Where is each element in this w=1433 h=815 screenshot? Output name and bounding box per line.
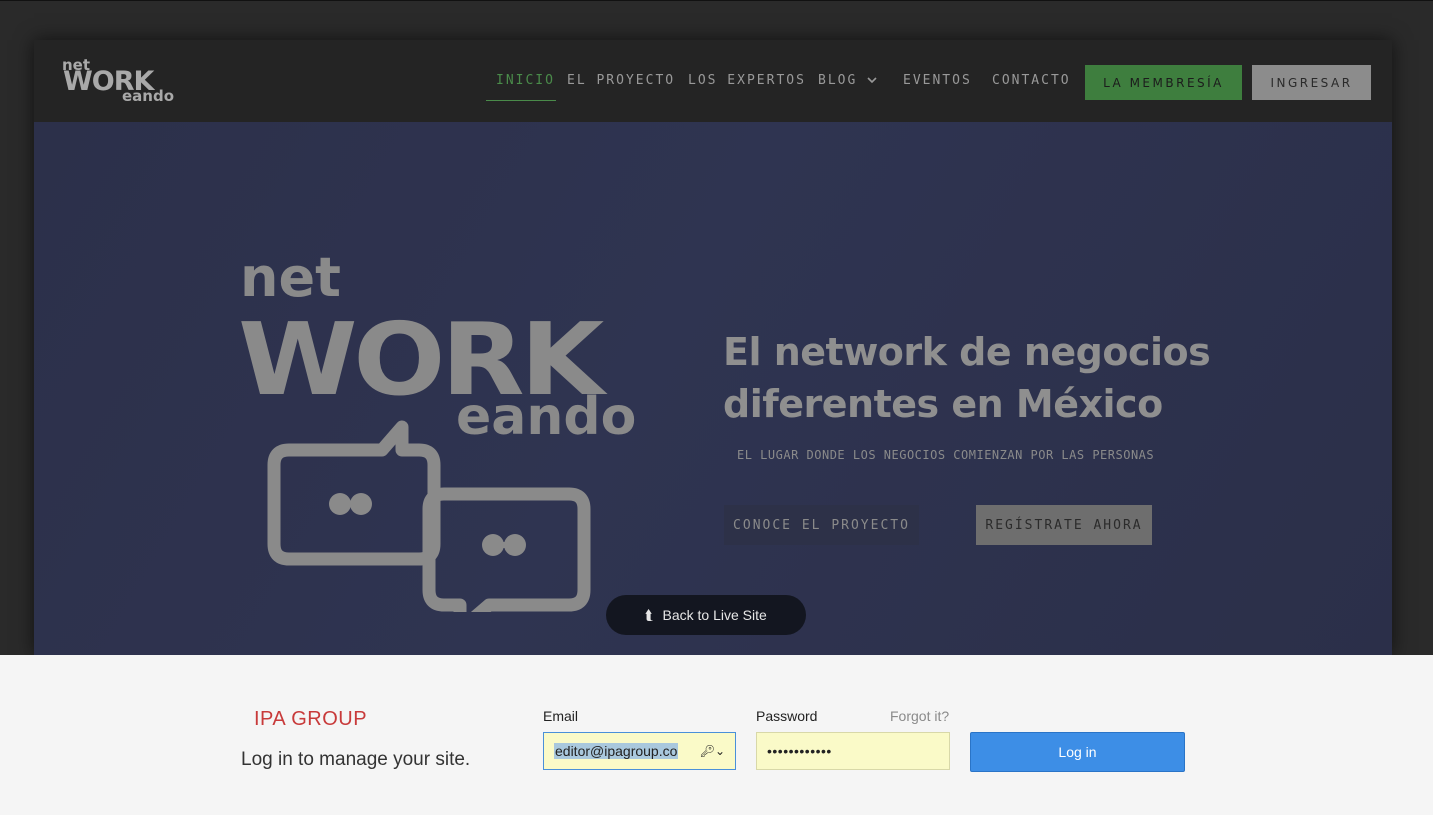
- back-arrow-icon: ⮬: [645, 606, 654, 623]
- hero-logo-eando: eando: [456, 387, 636, 447]
- membership-button[interactable]: LA MEMBRESÍA: [1085, 65, 1242, 100]
- conoce-proyecto-button[interactable]: CONOCE EL PROYECTO: [724, 505, 919, 545]
- email-label: Email: [543, 708, 579, 724]
- networkeando-hero-logo: net WORK eando: [238, 246, 636, 612]
- hero-subtitle: EL LUGAR DONDE LOS NEGOCIOS COMIENZAN PO…: [737, 448, 1155, 462]
- password-label: Password: [756, 708, 818, 724]
- forgot-password-link[interactable]: Forgot it?: [890, 708, 949, 724]
- password-value: ••••••••••••: [767, 743, 832, 759]
- password-field[interactable]: ••••••••••••: [756, 732, 950, 770]
- email-field[interactable]: editor@ipagroup.co 🔑︎⌄: [543, 732, 736, 770]
- login-tagline: Log in to manage your site.: [241, 749, 471, 770]
- logo-eando: eando: [122, 87, 175, 105]
- hero-logo-net: net: [240, 246, 341, 309]
- chat-bubbles-icon: [267, 420, 591, 612]
- registrate-button[interactable]: REGÍSTRATE AHORA: [976, 505, 1152, 545]
- nav-el-proyecto[interactable]: EL PROYECTO: [567, 72, 675, 90]
- site-navbar: net WORK eando INICIO EL PROYECTO LOS EX…: [34, 40, 1392, 122]
- nav-eventos[interactable]: EVENTOS: [903, 72, 972, 90]
- back-to-live-site-label: Back to Live Site: [662, 607, 767, 623]
- hero-title: El network de negocios diferentes en Méx…: [723, 326, 1283, 430]
- login-submit-button[interactable]: Log in: [970, 732, 1185, 772]
- nav-contacto[interactable]: CONTACTO: [992, 72, 1071, 90]
- nav-inicio[interactable]: INICIO: [496, 72, 555, 90]
- password-manager-key-icon[interactable]: 🔑︎⌄: [700, 744, 725, 758]
- nav-active-indicator: [486, 100, 556, 101]
- ipa-group-logo: IPA GROUP: [254, 708, 368, 730]
- nav-los-expertos[interactable]: LOS EXPERTOS: [688, 72, 806, 90]
- chevron-down-icon[interactable]: [867, 75, 877, 85]
- ingresar-button[interactable]: INGRESAR: [1252, 65, 1371, 100]
- back-to-live-site-button[interactable]: ⮬ Back to Live Site: [606, 595, 806, 635]
- email-value: editor@ipagroup.co: [554, 743, 679, 759]
- site-logo[interactable]: net WORK eando: [62, 58, 177, 106]
- hero-title-line2: diferentes en México: [723, 382, 1163, 426]
- hero-title-line1: El network de negocios: [723, 330, 1211, 374]
- login-panel: IPA GROUP Log in to manage your site. Em…: [0, 655, 1433, 815]
- hero-section: net WORK eando El network de negocios di…: [34, 122, 1392, 655]
- nav-blog[interactable]: BLOG: [818, 72, 857, 90]
- site-preview: net WORK eando INICIO EL PROYECTO LOS EX…: [34, 40, 1392, 655]
- top-border: [0, 0, 1433, 1]
